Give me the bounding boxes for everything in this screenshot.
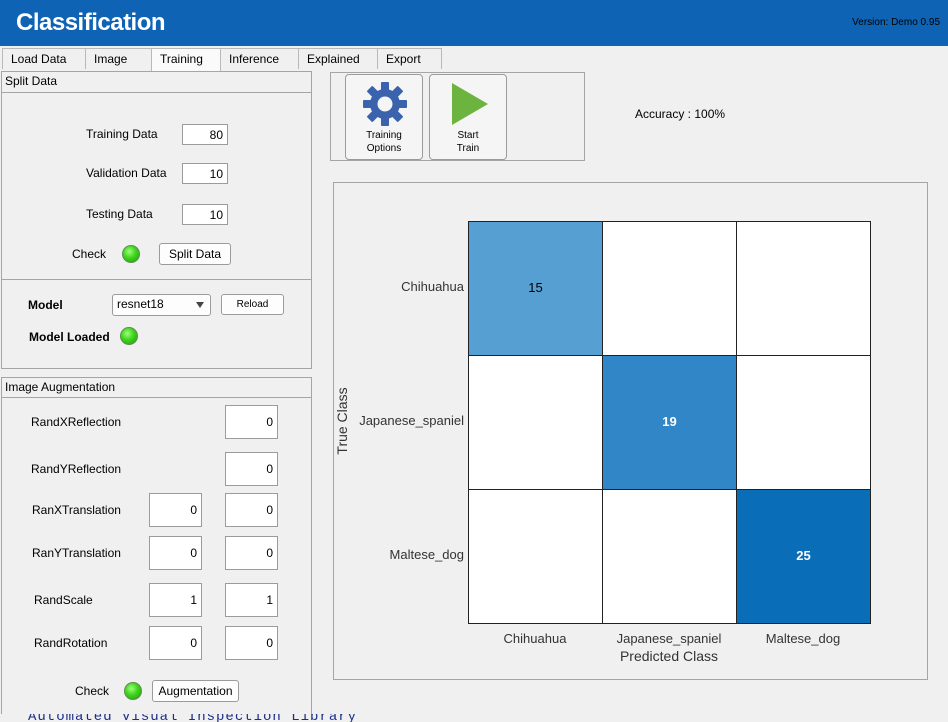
y-tick-label: Chihuahua xyxy=(401,279,464,294)
training-options-line1: Training xyxy=(366,130,402,141)
aug-label-randscale: RandScale xyxy=(34,593,93,607)
version-label: Version: Demo 0.95 xyxy=(852,17,940,28)
training-options-button[interactable]: Training Options xyxy=(345,74,423,160)
matrix-cell xyxy=(468,355,603,490)
augmentation-panel: Image Augmentation RandXReflection RandY… xyxy=(1,377,312,717)
start-train-line2: Train xyxy=(456,143,480,154)
split-check-label: Check xyxy=(72,247,107,261)
matrix-cell xyxy=(736,221,871,356)
y-tick-label: Japanese_spaniel xyxy=(359,413,464,428)
x-tick-label: Japanese_spaniel xyxy=(616,631,722,646)
augmentation-title: Image Augmentation xyxy=(5,380,116,394)
confusion-matrix-panel: 15 19 25 Chihuahua Japanese_spaniel Maltese_d… xyxy=(333,182,928,680)
matrix-cell: 15 xyxy=(468,221,603,356)
start-train-caption: Start Train xyxy=(430,129,506,155)
matrix-cell xyxy=(602,221,737,356)
start-train-line1: Start xyxy=(457,130,479,141)
augmentation-button[interactable]: Augmentation xyxy=(152,680,239,702)
divider xyxy=(2,92,311,93)
title-bar: Classification Version: Demo 0.95 xyxy=(0,0,948,46)
divider xyxy=(2,397,311,398)
aug-label-randxreflection: RandXReflection xyxy=(31,415,122,429)
training-data-label: Training Data xyxy=(86,127,158,141)
model-loaded-lamp xyxy=(120,327,138,345)
reload-button[interactable]: Reload xyxy=(221,294,284,315)
tab-load-data[interactable]: Load Data xyxy=(2,48,86,69)
model-select[interactable]: resnet18 xyxy=(112,294,211,316)
x-tick-label: Maltese_dog xyxy=(765,631,841,646)
matrix-cell xyxy=(468,489,603,624)
tab-bar: Load Data Image Training Inference Expla… xyxy=(2,48,442,71)
aug-label-randrotation: RandRotation xyxy=(34,636,108,650)
gear-icon xyxy=(363,82,407,126)
training-options-line2: Options xyxy=(366,143,402,154)
cell-value-label: 25 xyxy=(796,548,811,563)
aug-check-label: Check xyxy=(75,684,110,698)
aug-status-lamp xyxy=(124,682,142,700)
cell-value-label: 19 xyxy=(662,414,677,429)
testing-data-label: Testing Data xyxy=(86,207,153,221)
accuracy-label: Accuracy : 100% xyxy=(635,107,726,121)
x-axis-label: Predicted Class xyxy=(619,648,719,664)
split-data-button[interactable]: Split Data xyxy=(159,243,231,265)
randyreflection-field[interactable] xyxy=(225,452,278,486)
y-axis-label: True Class xyxy=(334,387,350,455)
matrix-cell: 25 xyxy=(736,489,871,624)
ranytranslation-min-field[interactable] xyxy=(149,536,202,570)
split-data-title: Split Data xyxy=(5,74,58,88)
tab-image[interactable]: Image xyxy=(85,48,152,69)
model-select-value: resnet18 xyxy=(117,297,164,311)
x-tick-label: Chihuahua xyxy=(503,631,567,646)
split-status-lamp xyxy=(122,245,140,263)
validation-data-label: Validation Data xyxy=(86,166,167,180)
training-options-caption: Training Options xyxy=(346,129,422,155)
randscale-min-field[interactable] xyxy=(149,583,202,617)
model-loaded-label: Model Loaded xyxy=(29,330,110,344)
start-train-button[interactable]: Start Train xyxy=(429,74,507,160)
randrotation-max-field[interactable] xyxy=(225,626,278,660)
aug-label-ranxtranslation: RanXTranslation xyxy=(32,503,121,517)
ranxtranslation-max-field[interactable] xyxy=(225,493,278,527)
matrix-cell xyxy=(736,355,871,490)
toolbar-panel: Training Options Start Train xyxy=(330,72,585,161)
randxreflection-field[interactable] xyxy=(225,405,278,439)
aug-label-randyreflection: RandYReflection xyxy=(31,462,122,476)
cell-value-label: 15 xyxy=(528,280,543,295)
divider xyxy=(2,279,311,280)
randscale-max-field[interactable] xyxy=(225,583,278,617)
confusion-matrix: 15 19 25 Chihuahua Japanese_spaniel Maltese_d… xyxy=(334,183,929,681)
play-icon xyxy=(452,83,488,125)
y-tick-label: Maltese_dog xyxy=(389,547,464,562)
tab-inference[interactable]: Inference xyxy=(220,48,299,69)
split-data-panel: Split Data Training Data Validation Data… xyxy=(1,71,312,369)
tab-training[interactable]: Training xyxy=(151,48,221,71)
testing-data-field[interactable] xyxy=(182,204,228,225)
training-data-field[interactable] xyxy=(182,124,228,145)
chevron-down-icon xyxy=(196,302,204,308)
ranxtranslation-min-field[interactable] xyxy=(149,493,202,527)
tab-export[interactable]: Export xyxy=(377,48,442,69)
randrotation-min-field[interactable] xyxy=(149,626,202,660)
bottom-text: Automated Visual Inspection Library xyxy=(28,714,358,722)
model-label: Model xyxy=(28,298,63,312)
ranytranslation-max-field[interactable] xyxy=(225,536,278,570)
tab-explained[interactable]: Explained xyxy=(298,48,378,69)
matrix-cell: 19 xyxy=(602,355,737,490)
aug-label-ranytranslation: RanYTranslation xyxy=(32,546,121,560)
matrix-cell xyxy=(602,489,737,624)
app-title: Classification xyxy=(16,9,166,36)
bottom-strip: Automated Visual Inspection Library xyxy=(0,714,948,722)
validation-data-field[interactable] xyxy=(182,163,228,184)
